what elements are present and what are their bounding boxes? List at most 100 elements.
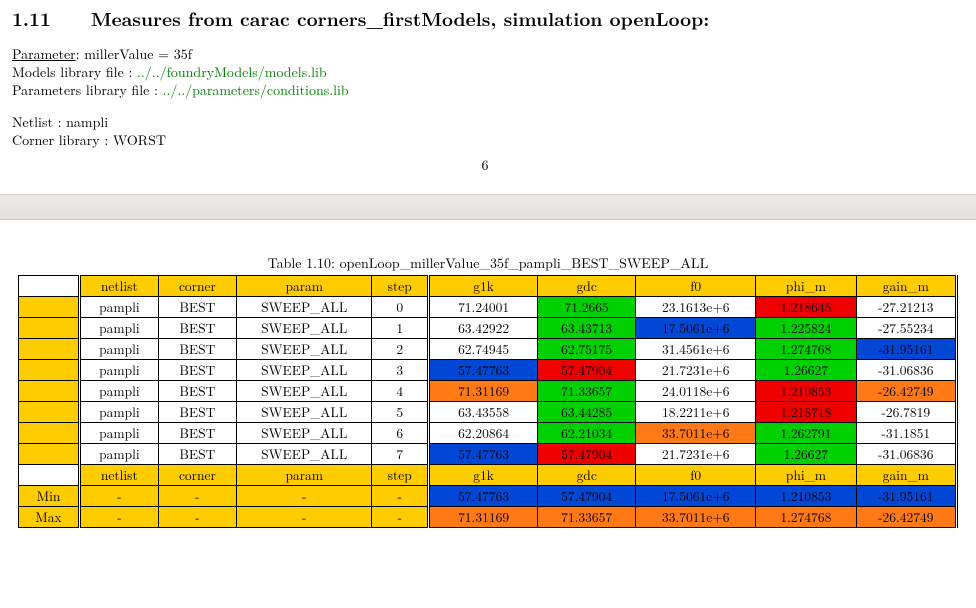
cell-gdc: 71.33657 (538, 381, 636, 402)
cell-gdc: 57.47904 (538, 444, 636, 465)
cell-f0: 33.7011e+6 (636, 423, 756, 444)
col-header-g1k: g1k (429, 276, 538, 297)
cell-phi-m: 1.218718 (756, 402, 856, 423)
page-divider (0, 194, 976, 220)
netlist-line: Netlist : nampli (12, 113, 958, 131)
cell-min-gain-m: -31.95161 (856, 486, 956, 507)
row-label-cell (19, 381, 80, 402)
cell-phi-m: 1.225824 (756, 318, 856, 339)
cell-step: 7 (372, 444, 429, 465)
table-header-row: netlistcornerparamstepg1kgdcf0phi_mgain_… (19, 465, 957, 486)
cell-step: 5 (372, 402, 429, 423)
table-row-min: Min----57.4776357.4790417.5061e+61.21085… (19, 486, 957, 507)
col-header-corner: corner (158, 465, 237, 486)
row-label-cell (19, 423, 80, 444)
cell-g1k: 57.47763 (429, 360, 538, 381)
page-number: 6 (12, 156, 958, 174)
cell-netlist: - (80, 507, 159, 528)
cell-f0: 31.4561e+6 (636, 339, 756, 360)
cell-param: SWEEP_ALL (237, 423, 372, 444)
cell-g1k: 63.43558 (429, 402, 538, 423)
row-label-min: Min (19, 486, 80, 507)
cell-phi-m: 1.218645 (756, 297, 856, 318)
cell-netlist: pampli (80, 381, 159, 402)
section-header: 1.11 Measures from carac corners_firstMo… (0, 0, 976, 188)
params-lib-label: Parameters library file : (12, 80, 163, 100)
col-header-param: param (237, 276, 372, 297)
row-label-cell (19, 297, 80, 318)
table-row: pampliBESTSWEEP_ALL757.4776357.4790421.7… (19, 444, 957, 465)
col-header-f0: f0 (636, 276, 756, 297)
col-header-step: step (372, 276, 429, 297)
col-header-gdc: gdc (538, 465, 636, 486)
cell-max-g1k: 71.31169 (429, 507, 538, 528)
col-header-gain-m: gain_m (856, 276, 956, 297)
cell-param: SWEEP_ALL (237, 360, 372, 381)
params-lib-path: ../../parameters/conditions.lib (163, 80, 349, 100)
col-header-param: param (237, 465, 372, 486)
cell-gain-m: -31.1851 (856, 423, 956, 444)
row-label-cell (19, 318, 80, 339)
cell-param: SWEEP_ALL (237, 402, 372, 423)
col-header-gain-m: gain_m (856, 465, 956, 486)
table-row-max: Max----71.3116971.3365733.7011e+61.27476… (19, 507, 957, 528)
cell-gain-m: -26.7819 (856, 402, 956, 423)
cell-param: SWEEP_ALL (237, 339, 372, 360)
corner-lib-line: Corner library : WORST (12, 131, 958, 149)
cell-param: - (237, 486, 372, 507)
cell-f0: 24.0118e+6 (636, 381, 756, 402)
cell-phi-m: 1.26627 (756, 360, 856, 381)
cell-gdc: 62.21034 (538, 423, 636, 444)
cell-phi-m: 1.274768 (756, 339, 856, 360)
cell-g1k: 57.47763 (429, 444, 538, 465)
cell-corner: BEST (158, 381, 237, 402)
col-header-corner: corner (158, 276, 237, 297)
cell-step: - (372, 486, 429, 507)
models-lib-path: ../../foundryModels/models.lib (137, 62, 327, 82)
cell-f0: 23.1613e+6 (636, 297, 756, 318)
row-label-cell (19, 276, 80, 297)
cell-gdc: 62.75175 (538, 339, 636, 360)
col-header-netlist: netlist (80, 465, 159, 486)
cell-gdc: 63.43713 (538, 318, 636, 339)
cell-f0: 21.7231e+6 (636, 444, 756, 465)
parameter-value: : millerValue = 35f (76, 44, 192, 64)
cell-g1k: 71.24001 (429, 297, 538, 318)
cell-corner: - (158, 486, 237, 507)
cell-gain-m: -27.55234 (856, 318, 956, 339)
table-header-row: netlistcornerparamstepg1kgdcf0phi_mgain_… (19, 276, 957, 297)
cell-netlist: pampli (80, 297, 159, 318)
cell-param: SWEEP_ALL (237, 444, 372, 465)
section-title: 1.11 Measures from carac corners_firstMo… (12, 6, 958, 31)
row-label-cell (19, 402, 80, 423)
cell-param: SWEEP_ALL (237, 381, 372, 402)
section-number: 1.11 (12, 4, 51, 32)
cell-corner: BEST (158, 297, 237, 318)
cell-phi-m: 1.262791 (756, 423, 856, 444)
cell-step: 0 (372, 297, 429, 318)
table-row: pampliBESTSWEEP_ALL262.7494562.7517531.4… (19, 339, 957, 360)
cell-step: - (372, 507, 429, 528)
table-row: pampliBESTSWEEP_ALL471.3116971.3365724.0… (19, 381, 957, 402)
cell-phi-m: 1.210853 (756, 381, 856, 402)
col-header-phi-m: phi_m (756, 465, 856, 486)
cell-f0: 17.5061e+6 (636, 318, 756, 339)
cell-f0: 18.2211e+6 (636, 402, 756, 423)
cell-param: SWEEP_ALL (237, 318, 372, 339)
row-label-cell (19, 360, 80, 381)
cell-netlist: pampli (80, 339, 159, 360)
row-label-cell (19, 465, 80, 486)
col-header-step: step (372, 465, 429, 486)
params-lib-line: Parameters library file : ../../paramete… (12, 81, 958, 99)
cell-param: - (237, 507, 372, 528)
table-row: pampliBESTSWEEP_ALL662.2086462.2103433.7… (19, 423, 957, 444)
cell-step: 1 (372, 318, 429, 339)
parameter-label: Parameter (12, 44, 76, 64)
cell-netlist: pampli (80, 444, 159, 465)
col-header-gdc: gdc (538, 276, 636, 297)
table-caption: Table 1.10: openLoop_millerValue_35f_pam… (18, 254, 958, 272)
parameter-line: Parameter: millerValue = 35f (12, 45, 958, 63)
table-row: pampliBESTSWEEP_ALL357.4776357.4790421.7… (19, 360, 957, 381)
cell-corner: BEST (158, 360, 237, 381)
cell-g1k: 63.42922 (429, 318, 538, 339)
